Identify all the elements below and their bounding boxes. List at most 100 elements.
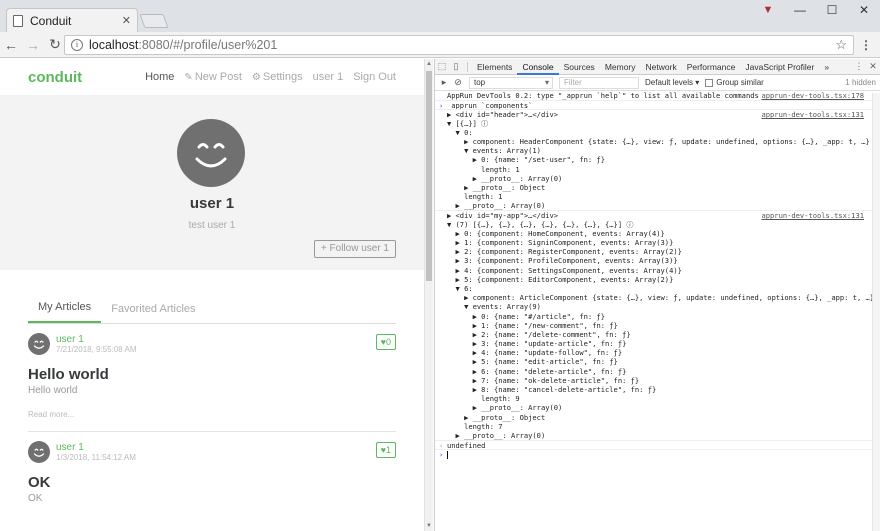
brand-logo[interactable]: conduit bbox=[28, 69, 145, 86]
author-avatar[interactable] bbox=[28, 441, 50, 463]
group-similar-label: Group similar bbox=[716, 78, 764, 87]
read-more-link[interactable]: Read more... bbox=[28, 410, 396, 419]
console-toolbar: ▸ ⊘ top Filter Default levels ▾ Group si… bbox=[435, 75, 880, 91]
console-line: ▶ 7: {name: "ok-delete-article", fn: ƒ} bbox=[435, 376, 880, 385]
maximize-button[interactable]: ☐ bbox=[816, 3, 848, 17]
console-line-text: length: 1 bbox=[447, 164, 520, 174]
console-line-text: ▶ <div id="header">…</div> bbox=[447, 110, 559, 119]
devtools-tab[interactable]: Network bbox=[641, 59, 682, 75]
console-line: ▶ __proto__: Object bbox=[435, 183, 880, 192]
console-scrollbar[interactable] bbox=[872, 93, 880, 531]
console-line-text: _apprun `components` bbox=[447, 101, 533, 110]
console-line-text: ▶ __proto__: Array(0) bbox=[447, 173, 563, 183]
article-description[interactable]: OK bbox=[28, 493, 396, 504]
browser-tab[interactable]: Conduit ✕ bbox=[6, 8, 138, 32]
follow-user-button[interactable]: + Follow user 1 bbox=[313, 240, 396, 258]
bookmark-star-icon[interactable]: ☆ bbox=[835, 37, 847, 53]
devtools-tab[interactable]: JavaScript Profiler bbox=[740, 59, 819, 75]
text-cursor bbox=[447, 451, 448, 459]
console-line: ▶ 4: {name: "update-follow", fn: ƒ} bbox=[435, 348, 880, 357]
console-line: ▶ __proto__: Array(0) bbox=[435, 431, 880, 440]
console-output[interactable]: AppRun DevTools 0.2: type "_apprun `help… bbox=[435, 91, 880, 521]
source-link[interactable]: apprun-dev-tools.tsx:131 bbox=[758, 211, 864, 220]
scroll-down-icon[interactable]: ▼ bbox=[426, 523, 432, 529]
article-title[interactable]: Hello world bbox=[28, 366, 396, 383]
favorite-button[interactable]: ♥1 bbox=[375, 442, 396, 458]
extension-icon[interactable]: ▼ bbox=[752, 4, 784, 16]
devtools-tab[interactable]: Console bbox=[517, 59, 559, 75]
author-name[interactable]: user 1 bbox=[56, 442, 136, 453]
source-link[interactable]: apprun-dev-tools.tsx:131 bbox=[758, 110, 864, 119]
log-levels-dropdown[interactable]: Default levels ▾ bbox=[645, 78, 699, 87]
clear-console-icon[interactable]: ⊘ bbox=[451, 77, 465, 88]
console-line: ▶ 4: {component: SettingsComponent, even… bbox=[435, 266, 880, 275]
inspect-element-icon[interactable]: ⬚ bbox=[435, 61, 449, 72]
nav-settings-label: Settings bbox=[262, 71, 303, 83]
author-avatar[interactable] bbox=[28, 333, 50, 355]
back-button[interactable]: ← bbox=[0, 37, 22, 53]
console-line-text: ▶ 4: {component: SettingsComponent, even… bbox=[447, 265, 682, 275]
minimize-button[interactable]: — bbox=[784, 3, 816, 17]
close-window-button[interactable]: ✕ bbox=[848, 3, 880, 17]
console-line-text: ▶ 6: {name: "delete-article", fn: ƒ} bbox=[447, 366, 627, 376]
more-options-icon[interactable]: ⋮ bbox=[852, 61, 866, 72]
devtools-tab[interactable]: Sources bbox=[559, 59, 600, 75]
article-title[interactable]: OK bbox=[28, 474, 396, 491]
nav-settings-link[interactable]: ⚙ Settings bbox=[252, 71, 303, 83]
article-meta: user 1 1/3/2018, 11:54:12 AM bbox=[28, 440, 396, 464]
console-line: ▶ <div id="my-app">…</div> apprun-dev-too… bbox=[435, 210, 880, 220]
info-icon[interactable]: i bbox=[71, 39, 83, 51]
group-similar-checkbox[interactable] bbox=[705, 78, 714, 87]
forward-button[interactable]: → bbox=[22, 37, 44, 53]
console-line: undefined bbox=[435, 440, 880, 449]
scrollbar-thumb[interactable] bbox=[426, 71, 432, 281]
url-host: localhost bbox=[89, 38, 139, 52]
nav-sign-out-link[interactable]: Sign Out bbox=[353, 71, 396, 83]
favorite-button[interactable]: ♥0 bbox=[375, 334, 396, 350]
console-filter-input[interactable]: Filter bbox=[559, 76, 639, 89]
console-line: ▶ component: ArticleComponent {state: {…… bbox=[435, 293, 880, 302]
url-text[interactable]: localhost:8080/#/profile/user%201 bbox=[89, 38, 835, 52]
scroll-up-icon[interactable]: ▲ bbox=[426, 61, 432, 67]
nav-home-link[interactable]: Home bbox=[145, 71, 174, 83]
devtools-tabbar: ⬚ ▯ Elements Console Sources Memory Network P… bbox=[435, 59, 880, 75]
devtools-tab[interactable]: Memory bbox=[600, 59, 641, 75]
console-line: length: 9 bbox=[435, 394, 880, 403]
show-drawer-icon[interactable]: ▸ bbox=[437, 77, 451, 88]
browser-menu-icon[interactable]: ⋮ bbox=[860, 38, 872, 52]
console-line: ▶ 5: {component: EditorComponent, events… bbox=[435, 275, 880, 284]
devtools-tab[interactable]: Elements bbox=[472, 59, 517, 75]
author-info: user 1 1/3/2018, 11:54:12 AM bbox=[56, 442, 136, 463]
devtools-tab[interactable]: Performance bbox=[682, 59, 741, 75]
console-line-text: ▶ 1: {name: "/new-comment", fn: ƒ} bbox=[447, 320, 618, 330]
author-name[interactable]: user 1 bbox=[56, 334, 137, 345]
console-line-text: ▶ 3: {component: ProfileComponent, event… bbox=[447, 256, 678, 266]
new-tab-button[interactable] bbox=[139, 14, 169, 28]
navbar: conduit Home ✎ New Post ⚙ Settings user 1 … bbox=[0, 59, 424, 95]
nav-new-post-label: New Post bbox=[194, 71, 242, 83]
source-link[interactable]: apprun-dev-tools.tsx:178 bbox=[758, 91, 864, 101]
console-line-text: length: 1 bbox=[447, 192, 503, 202]
article-preview: user 1 1/3/2018, 11:54:12 AM ♥1 OK OK bbox=[28, 432, 396, 516]
reload-button[interactable]: ↻ bbox=[44, 36, 66, 53]
context-select[interactable]: top bbox=[469, 76, 553, 89]
article-date: 7/21/2018, 9:55:08 AM bbox=[56, 344, 137, 354]
devtools-tab-list: Elements Console Sources Memory Network Perfo… bbox=[472, 59, 834, 75]
device-toolbar-icon[interactable]: ▯ bbox=[449, 61, 463, 72]
console-line-text: ▶ 2: {name: "/delete-comment", fn: ƒ} bbox=[447, 329, 631, 339]
tab-my-articles[interactable]: My Articles bbox=[28, 301, 102, 323]
tab-favorited-articles[interactable]: Favorited Articles bbox=[101, 303, 205, 323]
close-devtools-icon[interactable]: ✕ bbox=[866, 61, 880, 72]
console-line-text: ▶ 3: {name: "update-article", fn: ƒ} bbox=[447, 339, 627, 349]
article-description[interactable]: Hello world bbox=[28, 385, 396, 396]
browser-titlebar: Conduit ✕ ▼ — ☐ ✕ bbox=[0, 0, 880, 32]
nav-user-link[interactable]: user 1 bbox=[313, 71, 344, 83]
nav-links: Home ✎ New Post ⚙ Settings user 1 Sign Out bbox=[145, 71, 396, 83]
tab-close-icon[interactable]: ✕ bbox=[122, 14, 131, 27]
page-scrollbar[interactable]: ▲ ▼ bbox=[424, 59, 433, 531]
address-bar[interactable]: i localhost:8080/#/profile/user%201 ☆ bbox=[64, 35, 854, 55]
devtools-tab[interactable]: » bbox=[819, 59, 834, 75]
console-line: ▼ 0: bbox=[435, 128, 880, 137]
console-line-text: ▶ 1: {component: SigninComponent, events… bbox=[447, 238, 674, 247]
nav-new-post-link[interactable]: ✎ New Post bbox=[184, 71, 241, 83]
